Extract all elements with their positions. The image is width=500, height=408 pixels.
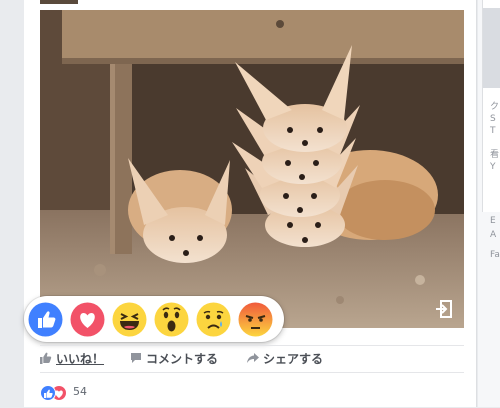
reaction-love-button[interactable] xyxy=(70,302,105,337)
sidebar-text-5: Y xyxy=(490,162,496,172)
previous-image-edge xyxy=(40,0,78,4)
like-mini-icon xyxy=(40,385,56,401)
comment-action-button[interactable]: コメントする xyxy=(130,350,218,366)
sidebar-text-6: E xyxy=(490,216,496,226)
like-reaction-icon xyxy=(28,302,63,337)
fennec-foxes-illustration xyxy=(40,10,464,328)
reaction-count[interactable]: 54 xyxy=(73,385,87,398)
wow-reaction-icon xyxy=(154,302,189,337)
comment-icon xyxy=(131,353,141,363)
reaction-like-button[interactable] xyxy=(28,302,63,337)
reaction-sad-button[interactable] xyxy=(196,302,231,337)
like-action-label: いいね！ xyxy=(56,351,105,366)
reaction-angry-button[interactable] xyxy=(238,302,273,337)
post-actions: いいね！ コメントする シェアする xyxy=(40,345,464,370)
reactions-popup xyxy=(24,296,284,342)
sidebar-card-image xyxy=(483,8,500,88)
haha-reaction-icon xyxy=(112,302,147,337)
share-action-button[interactable]: シェアする xyxy=(247,350,323,366)
sidebar-text-7: A xyxy=(490,230,497,240)
angry-reaction-icon xyxy=(238,302,273,337)
reaction-wow-button[interactable] xyxy=(154,302,189,337)
sidebar-text-4: 看 xyxy=(490,150,500,160)
sidebar-text-8: Fa xyxy=(490,250,500,260)
like-action-button[interactable]: いいね！ xyxy=(40,350,104,366)
share-icon xyxy=(247,353,259,363)
thumbs-up-icon xyxy=(40,352,52,364)
share-action-label: シェアする xyxy=(263,351,324,366)
comment-action-label: コメントする xyxy=(146,351,219,366)
sidebar-text-3: T xyxy=(490,126,496,136)
sidebar-text-1: ク xyxy=(490,102,500,112)
reaction-summary[interactable]: 54 xyxy=(40,372,464,408)
sad-reaction-icon xyxy=(196,302,231,337)
reaction-haha-button[interactable] xyxy=(112,302,147,337)
love-reaction-icon xyxy=(70,302,105,337)
sidebar-text-2: S xyxy=(490,114,496,124)
expand-icon[interactable] xyxy=(434,299,454,319)
post-photo[interactable] xyxy=(40,10,464,328)
